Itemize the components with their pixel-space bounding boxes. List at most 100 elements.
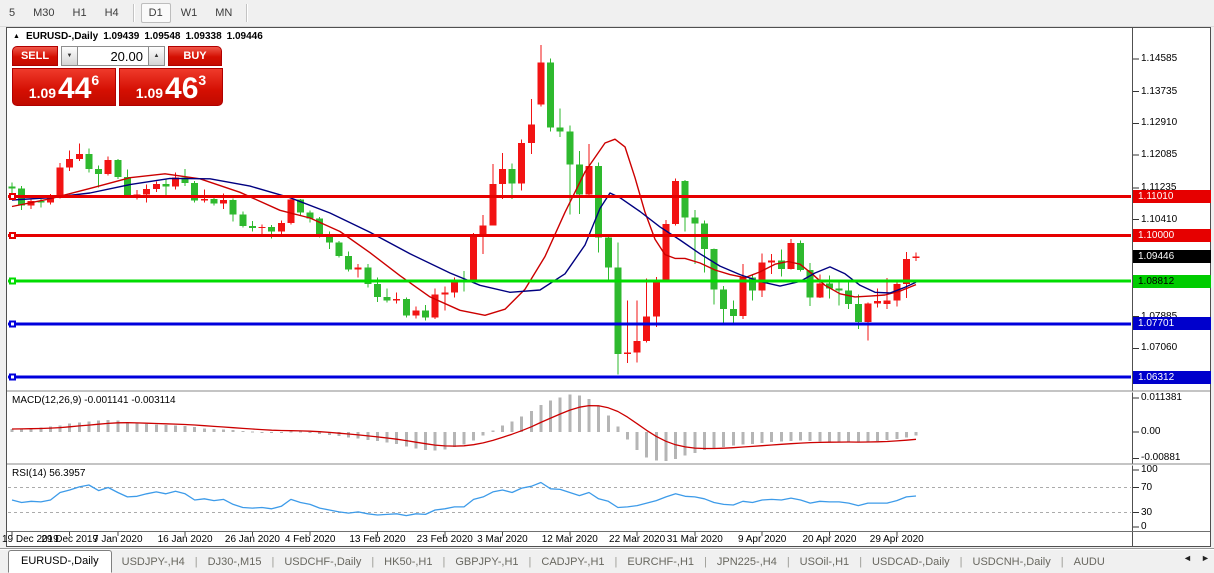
price-axis-label: 1.10410	[1141, 215, 1177, 225]
candle-body	[566, 132, 573, 165]
macd-bar	[212, 429, 215, 432]
candle-body	[412, 310, 419, 315]
macd-bar	[232, 430, 235, 432]
tab-scroll-left-icon[interactable]: ◄	[1183, 553, 1192, 563]
macd-bar	[789, 432, 792, 441]
macd-bar	[97, 421, 100, 432]
macd-bar	[539, 405, 542, 432]
price-level-badge: 1.11010	[1133, 190, 1211, 203]
candle-body	[470, 236, 477, 282]
macd-bar	[703, 432, 706, 450]
chart-tab-usdchf-daily[interactable]: USDCHF-,Daily	[274, 552, 371, 573]
chart-tab-hk50-h1[interactable]: HK50-,H1	[374, 552, 442, 573]
candle-body	[874, 301, 881, 303]
chart-tab-cadjpy-h1[interactable]: CADJPY-,H1	[531, 552, 614, 573]
macd-bar	[799, 432, 802, 441]
macd-bar	[838, 432, 841, 442]
date-label: 9 Apr 2020	[738, 534, 786, 545]
macd-bar	[722, 432, 725, 447]
macd-bar	[732, 432, 735, 446]
candle-body	[845, 290, 852, 303]
volume-decrease-button[interactable]: ▼	[61, 46, 78, 66]
macd-bar	[866, 432, 869, 442]
date-label: 7 Jan 2020	[93, 534, 143, 545]
macd-bar	[761, 432, 764, 443]
macd-bar	[184, 426, 187, 432]
tab-scroll-right-icon[interactable]: ►	[1201, 553, 1210, 563]
chart-tab-jpn225-h4[interactable]: JPN225-,H4	[707, 552, 787, 573]
candle-body	[778, 260, 785, 268]
candle-body	[287, 200, 294, 223]
line-handle-dot	[11, 234, 14, 237]
price-axis-label: 1.13735	[1141, 87, 1177, 97]
chart-tab-usdjpy-h4[interactable]: USDJPY-,H4	[112, 552, 195, 573]
sell-price-button[interactable]: 1.09 44 6	[12, 68, 116, 106]
candle-body	[422, 310, 429, 317]
date-label: 20 Apr 2020	[802, 534, 856, 545]
chart-title: ▲ EURUSD-,Daily 1.09439 1.09548 1.09338 …	[13, 31, 263, 42]
macd-bar	[299, 432, 302, 433]
ohlc-low: 1.09338	[186, 31, 222, 42]
candle-body	[114, 160, 121, 177]
collapse-arrow-icon[interactable]: ▲	[13, 33, 20, 40]
candle-body	[547, 63, 554, 128]
candle-body	[230, 200, 237, 215]
trade-controls-row: SELL ▼ 20.00 ▲ BUY	[12, 46, 224, 66]
candle-body	[143, 189, 150, 195]
candle-body	[393, 299, 400, 301]
date-label: 4 Feb 2020	[285, 534, 336, 545]
price-level-badge: 1.06312	[1133, 371, 1211, 384]
candle-body	[509, 169, 516, 184]
macd-bar	[126, 422, 129, 432]
chart-tab-usdcnh-daily[interactable]: USDCNH-,Daily	[963, 552, 1061, 573]
macd-bar	[780, 432, 783, 442]
sell-price-big: 44	[58, 73, 91, 105]
candle-body	[691, 217, 698, 223]
volume-increase-button[interactable]: ▲	[148, 46, 165, 66]
macd-bar	[309, 432, 312, 433]
one-click-trading-panel: SELL ▼ 20.00 ▲ BUY 1.09 44 6 1.09 46 3	[12, 46, 224, 106]
date-label: 23 Feb 2020	[417, 534, 473, 545]
macd-bar	[280, 432, 283, 433]
macd-bar	[857, 432, 860, 442]
candle-body	[836, 288, 843, 290]
macd-bar	[174, 425, 177, 432]
horizontal-levels	[8, 193, 1131, 381]
chart-tab-usdcad-daily[interactable]: USDCAD-,Daily	[862, 552, 960, 573]
macd-bar	[501, 425, 504, 432]
chart-tab-usoil-h1[interactable]: USOil-,H1	[790, 552, 860, 573]
chart-tab-gbpjpy-h1[interactable]: GBPJPY-,H1	[445, 552, 528, 573]
macd-bar	[809, 432, 812, 441]
sell-price-sup: 6	[91, 72, 99, 88]
sell-button[interactable]: SELL	[12, 46, 58, 66]
candle-body	[355, 267, 362, 269]
chart-tab-eurchf-h1[interactable]: EURCHF-,H1	[617, 552, 704, 573]
candle-body	[85, 154, 92, 169]
macd-bar	[549, 401, 552, 432]
date-label: 3 Mar 2020	[477, 534, 528, 545]
candle-body	[268, 227, 275, 232]
buy-button[interactable]: BUY	[168, 46, 222, 66]
chart-tab-audu[interactable]: AUDU	[1064, 552, 1115, 573]
candle-body	[451, 281, 458, 293]
date-label: 31 Mar 2020	[667, 534, 723, 545]
macd-bar	[107, 420, 110, 432]
rsi-axis-label: 100	[1141, 465, 1158, 475]
candle-body	[210, 199, 217, 204]
candle-body	[537, 63, 544, 105]
macd-bar	[636, 432, 639, 450]
chart-symbol-label: EURUSD-,Daily	[26, 31, 98, 42]
macd-bar	[155, 425, 158, 432]
buy-price-button[interactable]: 1.09 46 3	[119, 68, 223, 106]
candle-body	[384, 297, 391, 300]
candle-body	[739, 277, 746, 316]
macd-bar	[530, 411, 533, 432]
macd-axis-label: 0.011381	[1141, 393, 1182, 403]
volume-input[interactable]: 20.00	[78, 46, 148, 66]
macd-bar	[414, 432, 417, 448]
rsi-axis-label: 70	[1141, 483, 1152, 493]
chart-tab-dj30-m15[interactable]: DJ30-,M15	[198, 552, 272, 573]
candle-body	[518, 143, 525, 183]
rsi-axis-label: 0	[1141, 522, 1147, 532]
chart-tab-eurusd-daily[interactable]: EURUSD-,Daily	[8, 550, 112, 573]
